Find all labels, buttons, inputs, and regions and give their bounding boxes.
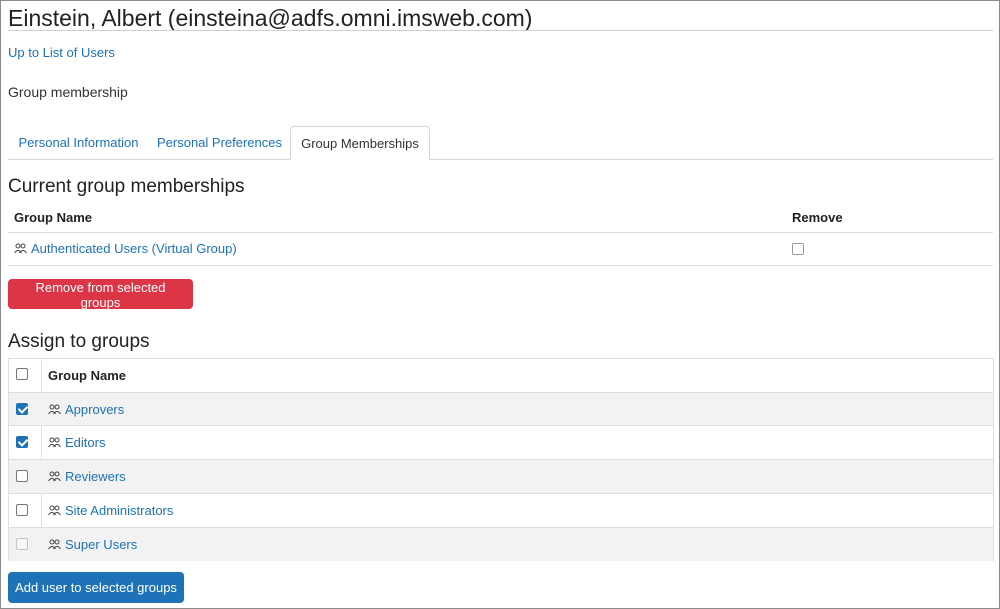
table-row: Approvers: [9, 392, 993, 426]
add-to-groups-button[interactable]: Add user to selected groups: [8, 572, 184, 603]
group-link[interactable]: Authenticated Users (Virtual Group): [14, 241, 237, 256]
tab-bar: Personal Information Personal Preference…: [8, 126, 993, 160]
group-link-approvers[interactable]: Approvers: [48, 402, 124, 417]
users-group-icon: [14, 243, 27, 254]
group-link-editors[interactable]: Editors: [48, 435, 105, 450]
column-header-group-name: Group Name: [14, 210, 93, 225]
select-all-checkbox[interactable]: [16, 368, 28, 380]
group-link-super-users[interactable]: Super Users: [48, 537, 137, 552]
remove-from-groups-button[interactable]: Remove from selected groups: [8, 279, 193, 310]
current-memberships-table-header: Group Name Remove: [8, 204, 993, 233]
group-checkbox-editors[interactable]: [16, 436, 28, 448]
assign-groups-table: Group Name Approvers Editors Reviewers S…: [8, 358, 994, 561]
table-row: Authenticated Users (Virtual Group): [8, 233, 993, 266]
table-row: Super Users: [9, 527, 993, 561]
column-header-group-name: Group Name: [48, 368, 127, 383]
users-group-icon: [48, 505, 61, 516]
tab-personal-information[interactable]: Personal Information: [8, 126, 149, 158]
column-header-remove: Remove: [792, 210, 843, 225]
current-memberships-heading: Current group memberships: [8, 176, 245, 197]
group-link-reviewers[interactable]: Reviewers: [48, 469, 126, 484]
table-row: Reviewers: [9, 459, 993, 493]
table-row: Site Administrators: [9, 493, 993, 527]
group-name: Reviewers: [65, 469, 126, 484]
group-name: Editors: [65, 435, 106, 450]
group-name: Site Administrators: [65, 503, 174, 518]
user-group-membership-page: Einstein, Albert (einsteina@adfs.omni.im…: [0, 0, 1000, 609]
up-to-user-list-link[interactable]: Up to List of Users: [8, 45, 115, 60]
group-checkbox-super-users[interactable]: [16, 538, 28, 550]
users-group-icon: [48, 437, 61, 448]
table-row: Editors: [9, 425, 993, 459]
group-name: Super Users: [65, 537, 138, 552]
group-checkbox-site-administrators[interactable]: [16, 504, 28, 516]
tab-personal-preferences[interactable]: Personal Preferences: [149, 126, 290, 158]
group-link-site-administrators[interactable]: Site Administrators: [48, 503, 173, 518]
users-group-icon: [48, 404, 61, 415]
group-name: Approvers: [65, 402, 125, 417]
group-checkbox-approvers[interactable]: [16, 403, 28, 415]
remove-checkbox[interactable]: [792, 243, 804, 255]
table-header-row: Group Name: [9, 359, 993, 392]
page-title: Einstein, Albert (einsteina@adfs.omni.im…: [8, 5, 533, 31]
users-group-icon: [48, 471, 61, 482]
group-name: Authenticated Users (Virtual Group): [31, 241, 237, 256]
group-checkbox-reviewers[interactable]: [16, 470, 28, 482]
title-divider: [8, 30, 993, 31]
tab-group-memberships[interactable]: Group Memberships: [290, 126, 430, 160]
users-group-icon: [48, 539, 61, 550]
assign-groups-heading: Assign to groups: [8, 331, 150, 352]
page-subheading: Group membership: [8, 84, 128, 100]
